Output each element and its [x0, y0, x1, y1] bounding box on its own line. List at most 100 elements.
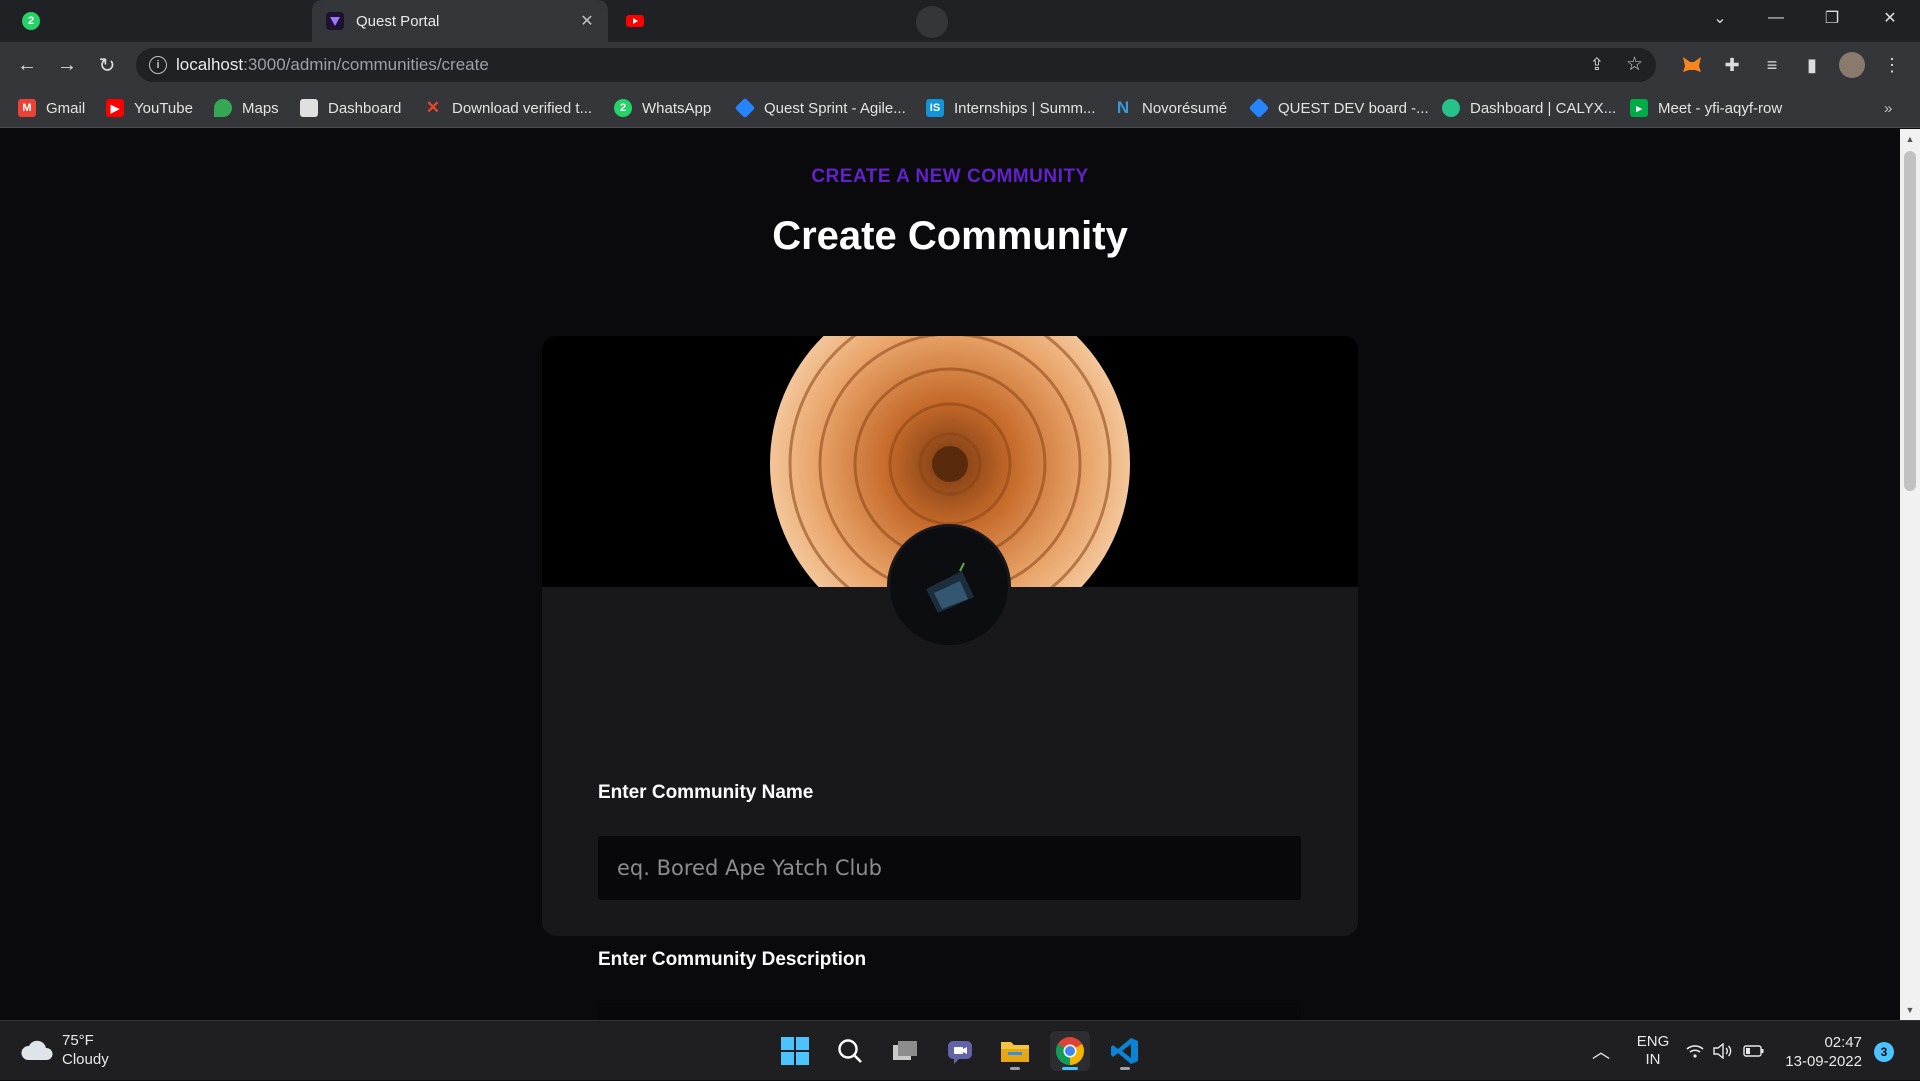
- metamask-icon[interactable]: [1678, 51, 1706, 79]
- windows-logo-icon: [781, 1037, 809, 1065]
- back-arrow-icon[interactable]: ←: [11, 49, 43, 81]
- running-indicator: [1120, 1067, 1130, 1070]
- bookmark-internships[interactable]: IS Internships | Summ...: [926, 96, 1095, 120]
- address-bar[interactable]: i localhost:3000/admin/communities/creat…: [136, 48, 1656, 82]
- bookmark-whatsapp[interactable]: 2 WhatsApp: [614, 96, 711, 120]
- site-info-icon[interactable]: i: [149, 56, 167, 74]
- windows-taskbar: 75°F Cloudy ︿ ENG IN 02:47 13-09-2022 3: [0, 1020, 1920, 1080]
- restore-icon[interactable]: ❐: [1804, 0, 1860, 36]
- bookmark-youtube[interactable]: ▶ YouTube: [106, 96, 193, 120]
- x-icon: ✕: [425, 98, 441, 117]
- clock-date: 13-09-2022: [1785, 1053, 1862, 1070]
- scrollbar-thumb[interactable]: [1904, 151, 1916, 491]
- bookmark-quest-dev-board[interactable]: QUEST DEV board -...: [1248, 96, 1429, 120]
- close-icon[interactable]: ✕: [576, 10, 598, 32]
- bookmark-novoresume[interactable]: N Novorésumé: [1114, 96, 1227, 120]
- language-line2: IN: [1645, 1051, 1661, 1068]
- weather-temp: 75°F: [62, 1032, 94, 1049]
- dashboard-icon: [300, 99, 318, 117]
- battery-icon[interactable]: [1743, 1021, 1765, 1081]
- search-icon[interactable]: [830, 1031, 870, 1071]
- media-queue-icon[interactable]: ≡: [1758, 51, 1786, 79]
- bookmark-calyx[interactable]: Dashboard | CALYX...: [1442, 96, 1616, 120]
- bookmark-quest-sprint[interactable]: Quest Sprint - Agile...: [734, 96, 906, 120]
- community-name-label: Enter Community Name: [598, 782, 814, 803]
- meet-icon: ▸: [1630, 99, 1648, 117]
- bookmark-download-verified[interactable]: ✕ Download verified t...: [424, 96, 592, 120]
- bookmark-label: Download verified t...: [452, 99, 593, 117]
- cloud-icon: [21, 1040, 53, 1060]
- new-tab-button[interactable]: [916, 6, 948, 38]
- page-title: Create Community: [772, 214, 1128, 258]
- tab-youtube[interactable]: [612, 0, 908, 42]
- calyx-icon: [1442, 99, 1460, 117]
- bookmarks-overflow-icon[interactable]: »: [1884, 96, 1892, 120]
- system-clock[interactable]: 02:47 13-09-2022: [1770, 1033, 1862, 1071]
- notification-badge[interactable]: 3: [1874, 1042, 1894, 1062]
- side-panel-icon[interactable]: ▮: [1798, 51, 1826, 79]
- bookmark-label: Dashboard | CALYX...: [1470, 99, 1617, 117]
- bookmark-dashboard[interactable]: Dashboard: [300, 96, 401, 120]
- browser-toolbar: ← → ↻ i localhost:3000/admin/communities…: [0, 42, 1920, 88]
- bookmark-label: Gmail: [46, 99, 86, 117]
- url-host: localhost: [176, 55, 244, 74]
- tab-search-chevron-icon[interactable]: ⌄: [1692, 0, 1748, 36]
- community-description-label: Enter Community Description: [598, 949, 867, 970]
- language-line1: ENG: [1636, 1033, 1670, 1050]
- forward-arrow-icon[interactable]: →: [51, 49, 83, 81]
- whatsapp-icon: 2: [614, 99, 632, 117]
- bookmark-meet[interactable]: ▸ Meet - yfi-aqyf-row: [1630, 96, 1782, 120]
- weather-widget[interactable]: 75°F Cloudy: [20, 1031, 109, 1069]
- url-path: :3000/admin/communities/create: [243, 55, 489, 74]
- bookmark-label: Dashboard: [328, 99, 402, 117]
- bookmark-maps[interactable]: Maps: [214, 96, 279, 120]
- bookmark-label: WhatsApp: [642, 99, 712, 117]
- window-close-icon[interactable]: ✕: [1862, 0, 1918, 36]
- avatar-image: [890, 527, 1008, 645]
- start-button[interactable]: [775, 1031, 815, 1071]
- community-name-input[interactable]: [598, 836, 1301, 900]
- community-description-input[interactable]: [598, 1003, 1301, 1020]
- running-indicator: [1010, 1067, 1020, 1070]
- jira-icon: [734, 97, 756, 119]
- extensions-puzzle-icon[interactable]: ✚: [1718, 51, 1746, 79]
- internshala-icon: IS: [926, 99, 944, 117]
- page-scrollbar[interactable]: ▲ ▼: [1900, 129, 1920, 1020]
- language-indicator[interactable]: ENG IN: [1634, 1021, 1672, 1081]
- volume-icon[interactable]: [1713, 1021, 1733, 1081]
- tray-overflow-chevron-icon[interactable]: ︿: [1592, 1021, 1610, 1081]
- minimize-icon[interactable]: —: [1748, 0, 1804, 36]
- community-avatar[interactable]: [887, 524, 1011, 648]
- bookmark-label: QUEST DEV board -...: [1278, 99, 1429, 117]
- bookmark-label: Internships | Summ...: [954, 99, 1096, 117]
- jira-icon: [1248, 97, 1270, 119]
- teams-chat-icon[interactable]: [940, 1031, 980, 1071]
- task-view-icon[interactable]: [885, 1031, 925, 1071]
- bookmark-label: YouTube: [134, 99, 193, 117]
- scroll-down-arrow-icon[interactable]: ▼: [1904, 1004, 1916, 1016]
- bookmark-label: Quest Sprint - Agile...: [764, 99, 906, 117]
- bookmark-star-icon[interactable]: ☆: [1626, 53, 1643, 76]
- file-explorer-icon[interactable]: [995, 1031, 1035, 1071]
- bookmark-label: Novorésumé: [1142, 99, 1228, 117]
- clock-time: 02:47: [1824, 1034, 1862, 1051]
- youtube-icon: ▶: [106, 99, 124, 117]
- tab-quest-portal[interactable]: Quest Portal ✕: [312, 0, 608, 42]
- tab-title: Quest Portal: [356, 12, 440, 30]
- share-icon[interactable]: ⇪: [1590, 55, 1604, 75]
- wifi-icon[interactable]: [1686, 1021, 1704, 1081]
- profile-avatar[interactable]: [1838, 51, 1866, 79]
- bookmarks-bar: M Gmail ▶ YouTube Maps Dashboard ✕ Download…: [0, 88, 1920, 128]
- bookmark-label: Maps: [242, 99, 279, 117]
- reload-icon[interactable]: ↻: [91, 49, 123, 81]
- scroll-up-arrow-icon[interactable]: ▲: [1904, 133, 1916, 145]
- tab-whatsapp[interactable]: 2: [8, 0, 308, 42]
- vscode-icon[interactable]: [1105, 1031, 1145, 1071]
- quest-portal-icon: [326, 12, 344, 30]
- chrome-menu-icon[interactable]: ⋮: [1878, 51, 1906, 79]
- bookmark-gmail[interactable]: M Gmail: [18, 96, 85, 120]
- gmail-icon: M: [18, 99, 36, 117]
- whatsapp-icon: 2: [22, 12, 40, 30]
- weather-condition: Cloudy: [62, 1051, 109, 1068]
- chrome-taskbar-icon[interactable]: [1050, 1031, 1090, 1071]
